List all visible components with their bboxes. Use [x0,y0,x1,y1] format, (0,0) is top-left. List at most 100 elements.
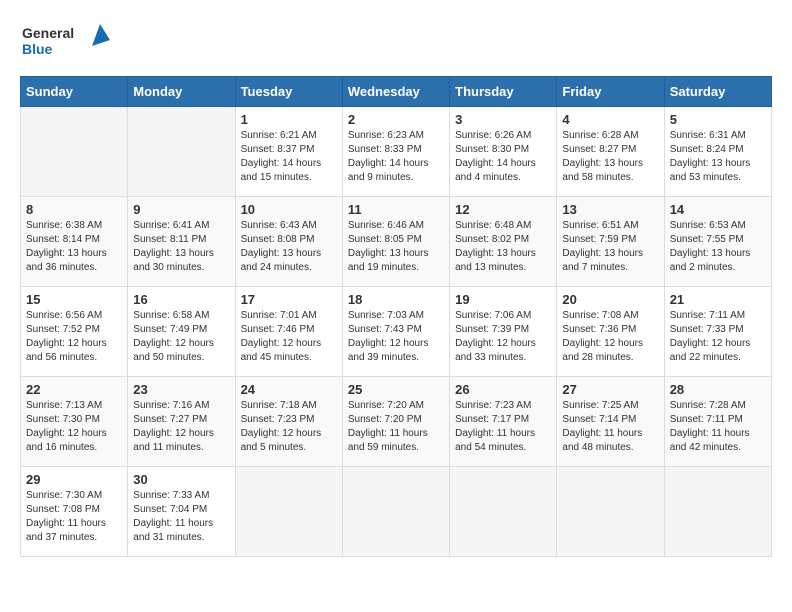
calendar-cell [21,107,128,197]
calendar-cell: 14 Sunrise: 6:53 AMSunset: 7:55 PMDayligh… [664,197,771,287]
calendar-cell: 27 Sunrise: 7:25 AMSunset: 7:14 PMDayligh… [557,377,664,467]
day-number: 18 [348,292,444,307]
calendar-cell: 11Sunrise: 6:46 AMSunset: 8:05 PMDayligh… [342,197,449,287]
header-tuesday: Tuesday [235,77,342,107]
day-number: 13 [562,202,658,217]
header-saturday: Saturday [664,77,771,107]
header-thursday: Thursday [450,77,557,107]
day-info: Sunrise: 6:41 AMSunset: 8:11 PMDaylight:… [133,219,229,275]
day-info: Sunrise: 7:11 AMSunset: 7:33 PMDaylight:… [670,309,766,365]
day-number: 5 [670,112,766,127]
header-sunday: Sunday [21,77,128,107]
header-monday: Monday [128,77,235,107]
calendar-cell [450,467,557,557]
day-number: 22 [26,382,122,397]
day-info: Sunrise: 6:58 AMSunset: 7:49 PMDaylight:… [133,309,229,365]
day-number: 26 [455,382,551,397]
header-friday: Friday [557,77,664,107]
calendar-cell: 29 Sunrise: 7:30 AMSunset: 7:08 PMDayligh… [21,467,128,557]
day-number: 15 [26,292,122,307]
calendar-cell: 25 Sunrise: 7:20 AMSunset: 7:20 PMDayligh… [342,377,449,467]
calendar-cell [342,467,449,557]
calendar-cell: 28 Sunrise: 7:28 AMSunset: 7:11 PMDayligh… [664,377,771,467]
day-number: 2 [348,112,444,127]
day-info: Sunrise: 6:26 AMSunset: 8:30 PMDaylight:… [455,129,551,185]
day-info: Sunrise: 6:48 AMSunset: 8:02 PMDaylight:… [455,219,551,275]
calendar-cell: 16Sunrise: 6:58 AMSunset: 7:49 PMDayligh… [128,287,235,377]
calendar-cell: 13 Sunrise: 6:51 AMSunset: 7:59 PMDayligh… [557,197,664,287]
day-number: 10 [241,202,337,217]
day-info: Sunrise: 6:56 AMSunset: 7:52 PMDaylight:… [26,309,122,365]
logo: General Blue [20,20,110,60]
day-number: 9 [133,202,229,217]
day-info: Sunrise: 7:30 AMSunset: 7:08 PMDaylight:… [26,489,122,545]
calendar-cell: 22 Sunrise: 7:13 AMSunset: 7:30 PMDayligh… [21,377,128,467]
day-number: 29 [26,472,122,487]
day-number: 21 [670,292,766,307]
svg-text:Blue: Blue [22,41,53,57]
calendar-cell: 30 Sunrise: 7:33 AMSunset: 7:04 PMDayligh… [128,467,235,557]
calendar-cell [664,467,771,557]
day-number: 24 [241,382,337,397]
day-info: Sunrise: 6:21 AMSunset: 8:37 PMDaylight:… [241,129,337,185]
day-number: 27 [562,382,658,397]
day-number: 17 [241,292,337,307]
calendar-week-1: 1 Sunrise: 6:21 AMSunset: 8:37 PMDaylight… [21,107,772,197]
day-number: 3 [455,112,551,127]
day-info: Sunrise: 6:31 AMSunset: 8:24 PMDaylight:… [670,129,766,185]
day-number: 4 [562,112,658,127]
calendar-week-5: 29 Sunrise: 7:30 AMSunset: 7:08 PMDayligh… [21,467,772,557]
day-number: 23 [133,382,229,397]
calendar-cell: 18 Sunrise: 7:03 AMSunset: 7:43 PMDayligh… [342,287,449,377]
page-header: General Blue [20,20,772,60]
day-number: 14 [670,202,766,217]
day-number: 8 [26,202,122,217]
day-info: Sunrise: 7:33 AMSunset: 7:04 PMDaylight:… [133,489,229,545]
day-info: Sunrise: 7:18 AMSunset: 7:23 PMDaylight:… [241,399,337,455]
calendar-cell [128,107,235,197]
calendar-cell: 26 Sunrise: 7:23 AMSunset: 7:17 PMDayligh… [450,377,557,467]
day-info: Sunrise: 7:03 AMSunset: 7:43 PMDaylight:… [348,309,444,365]
day-info: Sunrise: 7:28 AMSunset: 7:11 PMDaylight:… [670,399,766,455]
calendar-cell: 2 Sunrise: 6:23 AMSunset: 8:33 PMDaylight… [342,107,449,197]
calendar-cell: 4 Sunrise: 6:28 AMSunset: 8:27 PMDaylight… [557,107,664,197]
calendar-cell [557,467,664,557]
calendar-cell: 9 Sunrise: 6:41 AMSunset: 8:11 PMDaylight… [128,197,235,287]
calendar-cell: 17 Sunrise: 7:01 AMSunset: 7:46 PMDayligh… [235,287,342,377]
day-info: Sunrise: 7:13 AMSunset: 7:30 PMDaylight:… [26,399,122,455]
day-info: Sunrise: 7:16 AMSunset: 7:27 PMDaylight:… [133,399,229,455]
day-number: 12 [455,202,551,217]
day-number: 25 [348,382,444,397]
day-info: Sunrise: 6:43 AMSunset: 8:08 PMDaylight:… [241,219,337,275]
day-info: Sunrise: 6:23 AMSunset: 8:33 PMDaylight:… [348,129,444,185]
day-info: Sunrise: 7:23 AMSunset: 7:17 PMDaylight:… [455,399,551,455]
day-info: Sunrise: 7:25 AMSunset: 7:14 PMDaylight:… [562,399,658,455]
day-number: 30 [133,472,229,487]
calendar-cell: 20Sunrise: 7:08 AMSunset: 7:36 PMDayligh… [557,287,664,377]
day-info: Sunrise: 6:46 AMSunset: 8:05 PMDaylight:… [348,219,444,275]
day-info: Sunrise: 6:28 AMSunset: 8:27 PMDaylight:… [562,129,658,185]
day-number: 19 [455,292,551,307]
day-info: Sunrise: 7:08 AMSunset: 7:36 PMDaylight:… [562,309,658,365]
calendar-cell: 8 Sunrise: 6:38 AMSunset: 8:14 PMDaylight… [21,197,128,287]
day-number: 1 [241,112,337,127]
day-info: Sunrise: 7:01 AMSunset: 7:46 PMDaylight:… [241,309,337,365]
calendar-cell: 23 Sunrise: 7:16 AMSunset: 7:27 PMDayligh… [128,377,235,467]
logo-svg: General Blue [20,20,110,60]
day-number: 28 [670,382,766,397]
day-info: Sunrise: 6:51 AMSunset: 7:59 PMDaylight:… [562,219,658,275]
svg-text:General: General [22,25,74,41]
calendar-week-2: 8 Sunrise: 6:38 AMSunset: 8:14 PMDaylight… [21,197,772,287]
calendar-table: SundayMondayTuesdayWednesdayThursdayFrid… [20,76,772,557]
calendar-cell: 21 Sunrise: 7:11 AMSunset: 7:33 PMDayligh… [664,287,771,377]
calendar-cell: 1 Sunrise: 6:21 AMSunset: 8:37 PMDaylight… [235,107,342,197]
calendar-cell: 15 Sunrise: 6:56 AMSunset: 7:52 PMDayligh… [21,287,128,377]
calendar-header-row: SundayMondayTuesdayWednesdayThursdayFrid… [21,77,772,107]
header-wednesday: Wednesday [342,77,449,107]
day-info: Sunrise: 7:20 AMSunset: 7:20 PMDaylight:… [348,399,444,455]
calendar-cell [235,467,342,557]
day-info: Sunrise: 6:53 AMSunset: 7:55 PMDaylight:… [670,219,766,275]
day-info: Sunrise: 6:38 AMSunset: 8:14 PMDaylight:… [26,219,122,275]
calendar-week-4: 22 Sunrise: 7:13 AMSunset: 7:30 PMDayligh… [21,377,772,467]
calendar-cell: 24 Sunrise: 7:18 AMSunset: 7:23 PMDayligh… [235,377,342,467]
